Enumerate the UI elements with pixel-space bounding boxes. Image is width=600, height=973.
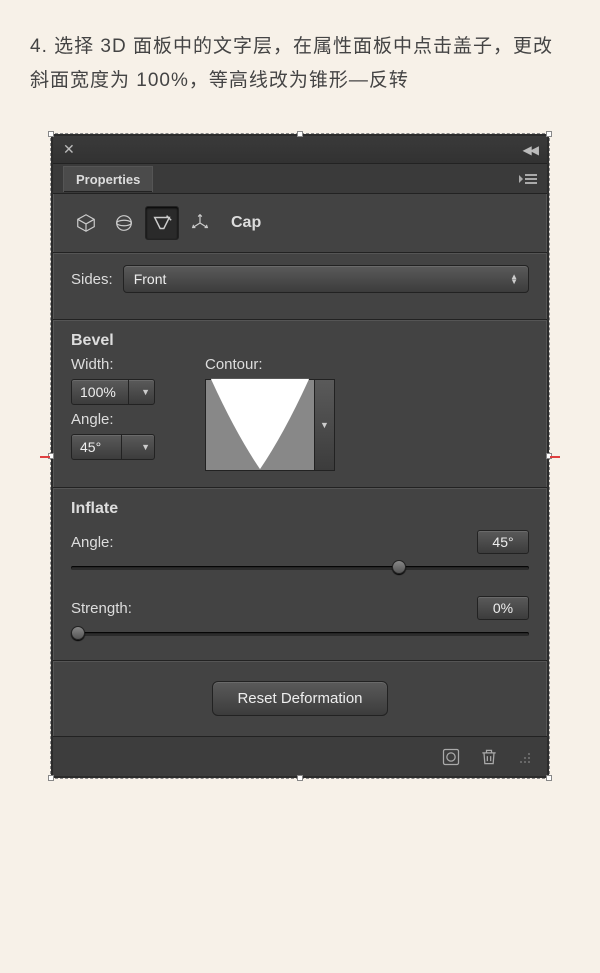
guide-tick <box>550 456 560 458</box>
chevron-down-icon: ▼ <box>320 420 329 430</box>
sides-label: Sides: <box>71 271 113 288</box>
corner-handle[interactable] <box>297 775 303 781</box>
contour-label: Contour: <box>205 356 263 373</box>
properties-panel: ✕ ◀◀ Properties Cap <box>51 134 549 778</box>
bevel-heading: Bevel <box>71 332 529 356</box>
inflate-strength-slider[interactable] <box>71 624 529 644</box>
reset-section: Reset Deformation <box>53 660 547 736</box>
contour-picker-button[interactable]: ▼ <box>315 379 335 471</box>
cap-icon[interactable] <box>145 206 179 240</box>
render-icon[interactable] <box>441 747 461 767</box>
corner-handle[interactable] <box>48 131 54 137</box>
bevel-angle-label: Angle: <box>71 411 155 428</box>
panel-tab-row: Properties <box>53 164 547 194</box>
contour-preview[interactable] <box>205 379 315 471</box>
sides-select[interactable]: Front ▲▼ <box>123 265 529 293</box>
sides-section: Sides: Front ▲▼ <box>53 252 547 319</box>
inflate-strength-label: Strength: <box>71 600 132 617</box>
sides-value: Front <box>134 271 167 287</box>
corner-handle[interactable] <box>48 775 54 781</box>
coord-icon[interactable] <box>183 206 217 240</box>
updown-icon: ▲▼ <box>510 274 518 284</box>
properties-mode-row: Cap <box>53 194 547 252</box>
inflate-angle-label: Angle: <box>71 534 114 551</box>
panel-menu-icon[interactable] <box>519 173 537 185</box>
panel-selection-frame: ✕ ◀◀ Properties Cap <box>50 133 550 779</box>
resize-grip-icon[interactable] <box>517 750 531 764</box>
reset-deformation-button[interactable]: Reset Deformation <box>212 681 387 716</box>
bevel-section: Bevel Width: 100% ▼ Angle: 45° ▼ Contour… <box>53 319 547 487</box>
material-icon[interactable] <box>107 206 141 240</box>
panel-tab-properties[interactable]: Properties <box>63 166 153 192</box>
inflate-angle-value[interactable]: 45° <box>477 530 529 554</box>
bevel-width-label: Width: <box>71 356 155 373</box>
inflate-heading: Inflate <box>71 500 529 524</box>
bevel-angle-value: 45° <box>80 439 101 455</box>
bevel-angle-select[interactable]: 45° ▼ <box>71 434 155 460</box>
corner-handle[interactable] <box>297 131 303 137</box>
instruction-text: 4. 选择 3D 面板中的文字层，在属性面板中点击盖子，更改斜面宽度为 100%… <box>0 0 600 118</box>
panel-header: ✕ ◀◀ <box>53 136 547 164</box>
bevel-width-value: 100% <box>80 384 116 400</box>
slider-thumb[interactable] <box>392 560 406 574</box>
inflate-strength-value[interactable]: 0% <box>477 596 529 620</box>
guide-tick <box>40 456 50 458</box>
bevel-width-select[interactable]: 100% ▼ <box>71 379 155 405</box>
collapse-icon[interactable]: ◀◀ <box>523 143 537 157</box>
trash-icon[interactable] <box>479 747 499 767</box>
mesh-icon[interactable] <box>69 206 103 240</box>
corner-handle[interactable] <box>546 775 552 781</box>
inflate-angle-slider[interactable] <box>71 558 529 578</box>
panel-footer <box>53 736 547 776</box>
close-icon[interactable]: ✕ <box>63 141 75 158</box>
corner-handle[interactable] <box>546 131 552 137</box>
inflate-section: Inflate Angle: 45° Strength: 0% <box>53 487 547 660</box>
slider-thumb[interactable] <box>71 626 85 640</box>
mode-label: Cap <box>231 214 261 232</box>
